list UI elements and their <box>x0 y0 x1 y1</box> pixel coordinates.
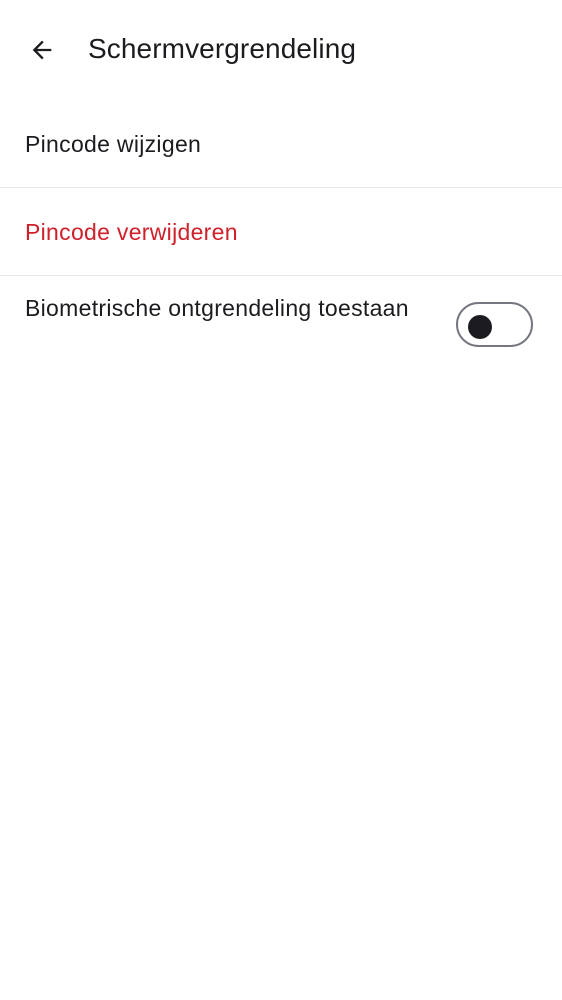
change-pin-item[interactable]: Pincode wijzigen <box>0 100 562 188</box>
biometric-unlock-toggle[interactable] <box>456 302 533 347</box>
remove-pin-item[interactable]: Pincode verwijderen <box>0 188 562 276</box>
app-bar: Schermvergrendeling <box>0 0 562 100</box>
settings-list: Pincode wijzigen Pincode verwijderen Bio… <box>0 100 562 372</box>
remove-pin-label: Pincode verwijderen <box>25 219 238 245</box>
biometric-unlock-label: Biometrische ontgrendeling toestaan <box>25 295 409 321</box>
biometric-unlock-item[interactable]: Biometrische ontgrendeling toestaan <box>0 276 562 372</box>
change-pin-label: Pincode wijzigen <box>25 131 202 157</box>
back-button[interactable] <box>20 28 64 72</box>
arrow-back-icon <box>32 40 52 60</box>
toggle-thumb <box>468 314 492 339</box>
page-title: Schermvergrendeling <box>88 33 357 64</box>
